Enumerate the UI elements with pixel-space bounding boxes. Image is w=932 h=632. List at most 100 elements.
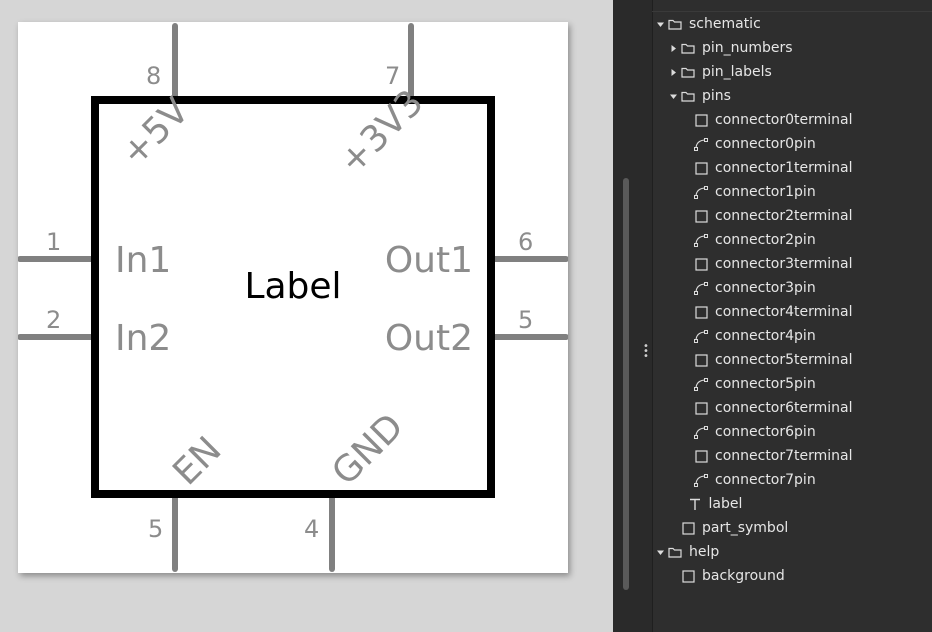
- layer-item-label: connector7pin: [715, 472, 816, 488]
- layer-item-label: pin_labels: [702, 64, 772, 80]
- pin-number-2: 2: [46, 306, 61, 334]
- path-icon: [694, 281, 708, 295]
- rect-icon: [694, 305, 708, 319]
- rect-icon: [694, 401, 708, 415]
- layer-item-background[interactable]: background: [652, 564, 932, 588]
- expand-arrow-icon[interactable]: [667, 90, 679, 102]
- collapse-arrow-icon[interactable]: [667, 66, 679, 78]
- path-icon: [694, 329, 708, 343]
- folder-icon: [681, 41, 695, 55]
- center-label[interactable]: Label: [244, 266, 341, 307]
- path-icon: [694, 185, 708, 199]
- expand-arrow-icon[interactable]: [654, 18, 666, 30]
- layer-item-label: connector2pin: [715, 232, 816, 248]
- layer-item-connector2pin[interactable]: connector2pin: [652, 228, 932, 252]
- panel-gutter: • • •: [613, 0, 653, 632]
- layer-item-label: connector6terminal: [715, 400, 853, 416]
- layer-item-connector4terminal[interactable]: connector4terminal: [652, 300, 932, 324]
- folder-icon: [681, 89, 695, 103]
- expand-arrow-icon[interactable]: [654, 546, 666, 558]
- layer-item-label: connector4pin: [715, 328, 816, 344]
- layer-item-connector4pin[interactable]: connector4pin: [652, 324, 932, 348]
- pin-label-in1: In1: [115, 240, 171, 281]
- layer-item-connector7pin[interactable]: connector7pin: [652, 468, 932, 492]
- layer-item-label[interactable]: label: [652, 492, 932, 516]
- layer-item-help[interactable]: help: [652, 540, 932, 564]
- layer-item-pin-numbers[interactable]: pin_numbers: [652, 36, 932, 60]
- layer-item-label: connector0terminal: [715, 112, 853, 128]
- layer-item-label: help: [689, 544, 720, 560]
- layer-item-label: connector0pin: [715, 136, 816, 152]
- layer-item-label: connector1pin: [715, 184, 816, 200]
- layer-item-pin-labels[interactable]: pin_labels: [652, 60, 932, 84]
- rect-icon: [694, 161, 708, 175]
- path-icon: [694, 425, 708, 439]
- pin-label-out2: Out2: [385, 318, 473, 359]
- layer-item-schematic[interactable]: schematic: [652, 12, 932, 36]
- layer-item-part-symbol[interactable]: part_symbol: [652, 516, 932, 540]
- layer-item-connector6terminal[interactable]: connector6terminal: [652, 396, 932, 420]
- vertical-scrollbar[interactable]: [623, 178, 629, 590]
- schematic-symbol[interactable]: 8 7 1 2 6 5 5 4 +5V +3V3 In1 In2 Out1 Ou…: [18, 22, 568, 573]
- layer-item-label: connector3terminal: [715, 256, 853, 272]
- folder-icon: [668, 17, 682, 31]
- layer-item-connector7terminal[interactable]: connector7terminal: [652, 444, 932, 468]
- layer-item-label: part_symbol: [702, 520, 789, 536]
- rect-icon: [694, 353, 708, 367]
- pin-label-gnd: GND: [324, 406, 411, 493]
- layer-item-connector0terminal[interactable]: connector0terminal: [652, 108, 932, 132]
- layer-item-label: connector6pin: [715, 424, 816, 440]
- layer-item-connector3terminal[interactable]: connector3terminal: [652, 252, 932, 276]
- path-icon: [694, 233, 708, 247]
- pin-label-in2: In2: [115, 318, 171, 359]
- layer-item-connector1pin[interactable]: connector1pin: [652, 180, 932, 204]
- folder-icon: [681, 65, 695, 79]
- layer-item-label: connector5terminal: [715, 352, 853, 368]
- layer-item-connector5pin[interactable]: connector5pin: [652, 372, 932, 396]
- folder-icon: [668, 545, 682, 559]
- canvas-area[interactable]: 8 7 1 2 6 5 5 4 +5V +3V3 In1 In2 Out1 Ou…: [0, 0, 613, 632]
- layer-item-connector0pin[interactable]: connector0pin: [652, 132, 932, 156]
- path-icon: [694, 473, 708, 487]
- layer-item-pins[interactable]: pins: [652, 84, 932, 108]
- layer-item-label: connector2terminal: [715, 208, 853, 224]
- layer-item-label: background: [702, 568, 785, 584]
- rect-icon: [694, 209, 708, 223]
- collapse-arrow-icon[interactable]: [667, 42, 679, 54]
- layer-item-connector6pin[interactable]: connector6pin: [652, 420, 932, 444]
- pin-number-5b: 5: [148, 515, 163, 543]
- layer-item-connector1terminal[interactable]: connector1terminal: [652, 156, 932, 180]
- layers-panel: • • • schematic pin_numbers pin_labelspins co…: [613, 0, 932, 632]
- rect-icon: [694, 257, 708, 271]
- rect-icon: [681, 569, 695, 583]
- layer-item-label: connector4terminal: [715, 304, 853, 320]
- pin-number-1: 1: [46, 228, 61, 256]
- layer-item-label: connector3pin: [715, 280, 816, 296]
- rect-icon: [694, 113, 708, 127]
- splitter-grip-icon[interactable]: • • •: [643, 342, 649, 362]
- text-icon: [688, 497, 702, 511]
- path-icon: [694, 377, 708, 391]
- rect-icon: [681, 521, 695, 535]
- layer-item-connector5terminal[interactable]: connector5terminal: [652, 348, 932, 372]
- layer-item-connector2terminal[interactable]: connector2terminal: [652, 204, 932, 228]
- pin-label-out1: Out1: [385, 240, 473, 281]
- artboard[interactable]: 8 7 1 2 6 5 5 4 +5V +3V3 In1 In2 Out1 Ou…: [18, 22, 568, 573]
- layer-item-connector3pin[interactable]: connector3pin: [652, 276, 932, 300]
- pin-number-5r: 5: [518, 306, 533, 334]
